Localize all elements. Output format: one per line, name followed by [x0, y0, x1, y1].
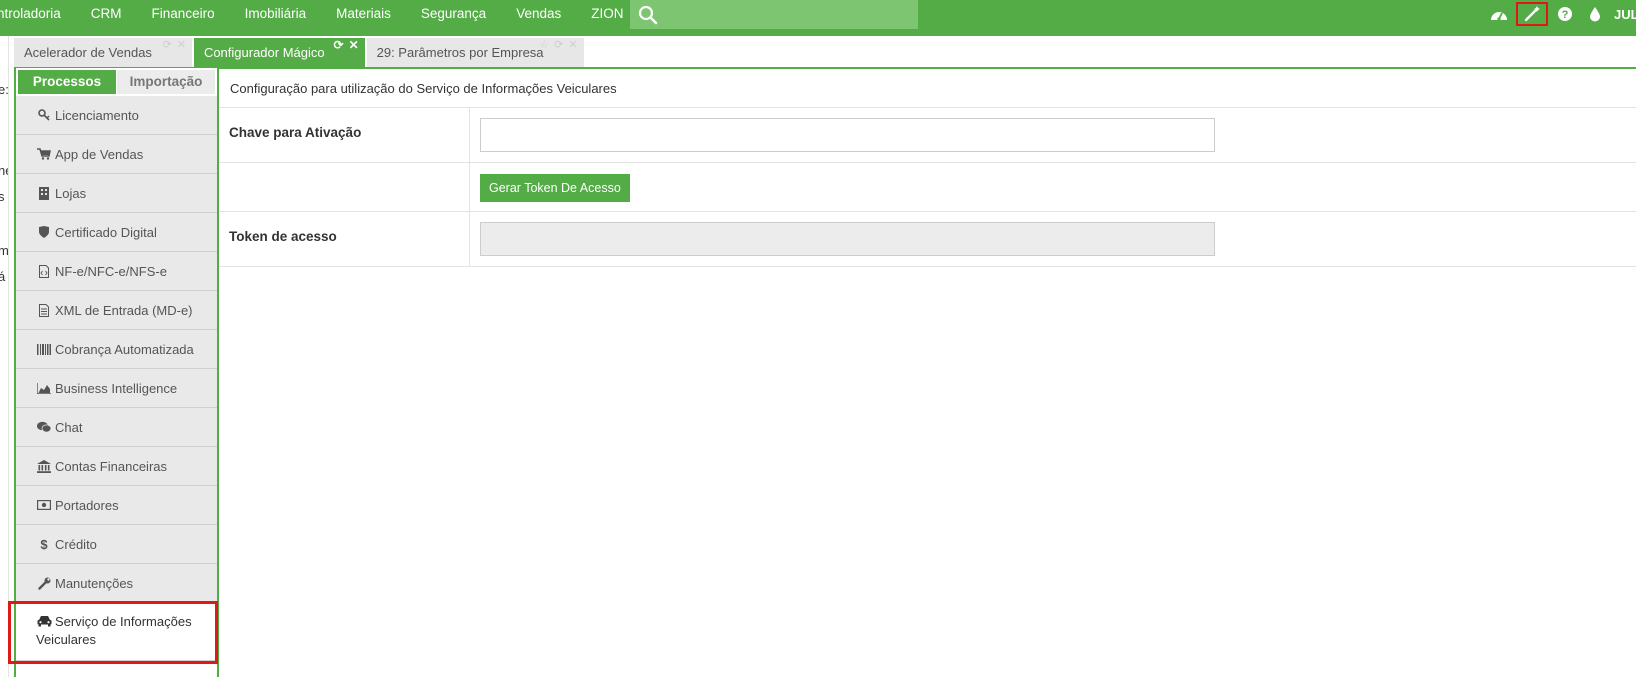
help-icon[interactable]: ?: [1552, 2, 1578, 26]
svg-text:?: ?: [1562, 9, 1569, 21]
sidebar-item-certificado-digital[interactable]: Certificado Digital: [16, 213, 217, 252]
menu-item-financeiro[interactable]: Financeiro: [137, 0, 230, 28]
money-icon: [36, 500, 52, 510]
sidebar-item-xml-de-entrada[interactable]: XML de Entrada (MD-e): [16, 291, 217, 330]
top-navigation-bar: ntroladoria CRM Financeiro Imobiliária M…: [0, 0, 1636, 36]
sidebar-item-licenciamento[interactable]: Licenciamento: [16, 96, 217, 135]
sidebar-item-chat[interactable]: Chat: [16, 408, 217, 447]
sidebar-tab-processos[interactable]: Processos: [18, 70, 116, 94]
sidebar-tab-importacao[interactable]: Importação: [117, 70, 215, 94]
sidebar-item-manutencoes[interactable]: Manutenções: [16, 564, 217, 603]
sidebar-item-label: Chat: [55, 419, 83, 435]
cut-text: s: [0, 189, 5, 204]
sidebar-item-business-intelligence[interactable]: Business Intelligence: [16, 369, 217, 408]
key-icon: [36, 109, 52, 121]
access-token-label: Token de acesso: [219, 212, 470, 266]
magic-wand-icon[interactable]: [1516, 2, 1548, 26]
file-text-icon: [36, 303, 52, 317]
shield-icon: [36, 226, 52, 238]
tab-label: Acelerador de Vendas: [24, 45, 152, 60]
activation-key-row: Chave para Ativação: [219, 108, 1636, 163]
empty-label: [219, 163, 470, 211]
main-menu: ntroladoria CRM Financeiro Imobiliária M…: [0, 0, 638, 28]
generate-token-button[interactable]: Gerar Token De Acesso: [480, 174, 630, 202]
cut-text: ne: [0, 163, 8, 178]
car-icon: [36, 615, 52, 627]
star-icon[interactable]: ☆: [539, 39, 549, 51]
sidebar-item-label: XML de Entrada (MD-e): [55, 302, 193, 318]
file-code-icon: [36, 264, 52, 278]
menu-item-vendas[interactable]: Vendas: [501, 0, 576, 28]
sidebar-item-nfe[interactable]: NF-e/NFC-e/NFS-e: [16, 252, 217, 291]
sidebar-item-label: App de Vendas: [55, 146, 144, 162]
menu-item-imobiliaria[interactable]: Imobiliária: [230, 0, 322, 28]
cart-icon: [36, 148, 52, 160]
dollar-icon: $: [40, 536, 48, 552]
search-icon: [638, 5, 658, 25]
sidebar-item-label-wrap: Serviço de Informações Veiculares: [36, 613, 207, 649]
cut-text: m: [0, 243, 8, 258]
left-cut-panel: e: ne s m á: [0, 36, 9, 677]
tab-acelerador-de-vendas[interactable]: Acelerador de Vendas ⟳ ✕: [14, 38, 192, 67]
sidebar-item-lojas[interactable]: Lojas: [16, 174, 217, 213]
user-menu[interactable]: JUL: [1614, 7, 1636, 22]
sidebar-item-label: Contas Financeiras: [55, 458, 167, 474]
sidebar-item-credito[interactable]: $ Crédito: [16, 525, 217, 564]
tab-bar: Acelerador de Vendas ⟳ ✕ Configurador Mág…: [14, 38, 586, 68]
drop-icon[interactable]: [1582, 2, 1608, 26]
menu-item-controladoria[interactable]: ntroladoria: [0, 0, 76, 28]
sidebar-item-label: Manutenções: [55, 575, 134, 591]
sidebar-item-label: Portadores: [55, 497, 119, 513]
refresh-icon[interactable]: ⟳: [334, 39, 344, 51]
sidebar-item-servico-de-informacoes-veiculares[interactable]: Serviço de Informações Veiculares: [16, 603, 217, 661]
building-icon: [36, 186, 52, 200]
close-icon[interactable]: ✕: [349, 39, 359, 51]
sidebar-item-label: NF-e/NFC-e/NFS-e: [55, 263, 167, 279]
activation-key-input[interactable]: [480, 118, 1215, 152]
search-input[interactable]: [630, 0, 918, 29]
tab-configurador-magico[interactable]: Configurador Mágico ⟳ ✕: [193, 38, 365, 67]
cut-text: e:: [0, 82, 9, 97]
activation-key-label: Chave para Ativação: [219, 108, 470, 162]
sidebar-item-app-de-vendas[interactable]: App de Vendas: [16, 135, 217, 174]
sidebar-item-label: Lojas: [55, 185, 87, 201]
close-icon[interactable]: ✕: [568, 39, 577, 51]
page-title: Configuração para utilização do Serviço …: [219, 69, 1636, 108]
sidebar-list: Licenciamento App de Vendas Lojas Certif…: [16, 96, 217, 661]
sidebar-item-label: Certificado Digital: [55, 224, 157, 240]
tab-label: Configurador Mágico: [203, 45, 325, 60]
sidebar-item-cobranca-automatizada[interactable]: Cobrança Automatizada: [16, 330, 217, 369]
sidebar-item-label: Cobrança Automatizada: [55, 341, 194, 357]
refresh-icon[interactable]: ⟳: [554, 39, 563, 51]
menu-item-seguranca[interactable]: Segurança: [406, 0, 501, 28]
sidebar-item-label: Serviço de Informações Veiculares: [36, 614, 192, 647]
dashboard-icon[interactable]: [1486, 2, 1512, 26]
sidebar: Processos Importação Licenciamento App d…: [14, 68, 219, 677]
sidebar-item-contas-financeiras[interactable]: Contas Financeiras: [16, 447, 217, 486]
sidebar-item-label: Crédito: [55, 536, 97, 552]
sidebar-tabs: Processos Importação: [18, 70, 215, 96]
refresh-icon[interactable]: ⟳: [163, 39, 172, 51]
chat-icon: [36, 421, 52, 433]
wrench-icon: [36, 577, 52, 590]
area-chart-icon: [36, 382, 52, 394]
cut-text: á: [0, 269, 5, 284]
sidebar-item-label: Licenciamento: [55, 107, 139, 123]
top-right-tools: ? JUL: [1482, 0, 1636, 28]
tab-parametros-por-empresa[interactable]: 29: Parâmetros por Empresa ☆ ⟳ ✕: [366, 38, 584, 67]
sidebar-item-label: Business Intelligence: [55, 380, 178, 396]
close-icon[interactable]: ✕: [177, 39, 186, 51]
access-token-field: [480, 222, 1215, 256]
menu-item-materiais[interactable]: Materiais: [321, 0, 406, 28]
sidebar-item-portadores[interactable]: Portadores: [16, 486, 217, 525]
access-token-row: Token de acesso: [219, 212, 1636, 267]
main-panel: Configuração para utilização do Serviço …: [219, 69, 1636, 677]
menu-item-crm[interactable]: CRM: [76, 0, 137, 28]
barcode-icon: [36, 343, 52, 355]
bank-icon: [36, 459, 52, 473]
tab-label: 29: Parâmetros por Empresa: [376, 45, 544, 60]
generate-token-row: Gerar Token De Acesso: [219, 163, 1636, 212]
